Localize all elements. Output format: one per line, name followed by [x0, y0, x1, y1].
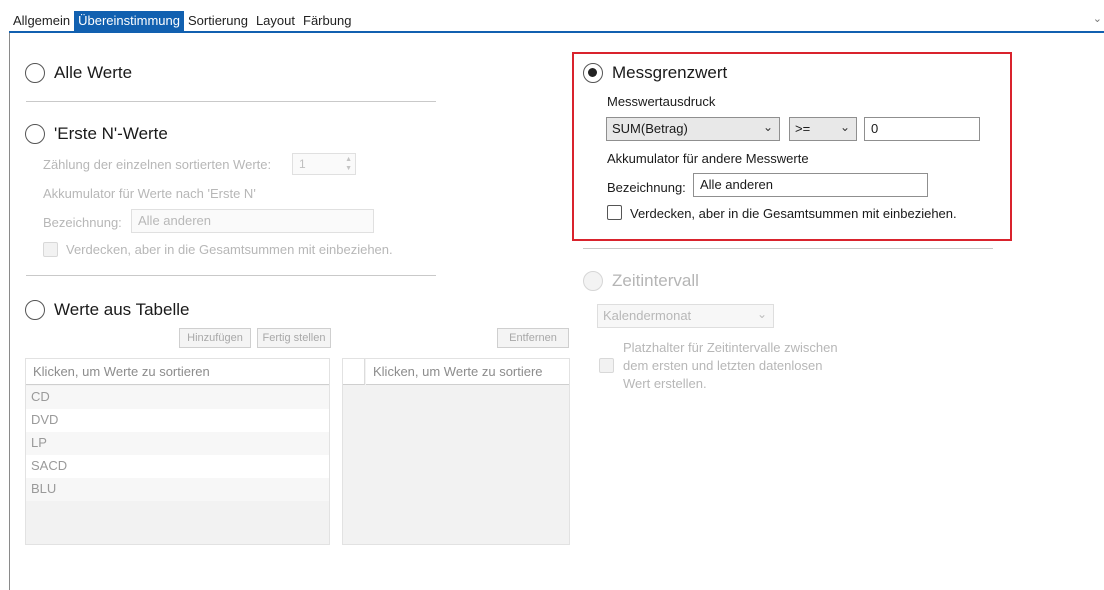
first-n-count-value: 1: [299, 157, 306, 171]
expression-value: SUM(Betrag): [612, 121, 688, 136]
first-n-name-input[interactable]: Alle anderen: [131, 209, 374, 233]
first-n-radio[interactable]: [25, 124, 45, 144]
interval-select[interactable]: Kalendermonat ⌄: [597, 304, 774, 328]
first-n-hide-label: Verdecken, aber in die Gesamtsummen mit …: [66, 242, 393, 257]
first-n-hide-checkbox[interactable]: [43, 242, 58, 257]
interval-value: Kalendermonat: [603, 308, 692, 323]
all-values-radio[interactable]: [25, 63, 45, 83]
tab-faerbung[interactable]: Färbung: [299, 11, 355, 31]
list-item[interactable]: LP: [26, 432, 329, 455]
measure-hide-label: Verdecken, aber in die Gesamtsummen mit …: [630, 206, 957, 221]
tab-sortierung[interactable]: Sortierung: [184, 11, 252, 31]
placeholder-label-line1: Platzhalter für Zeitintervalle zwischen: [623, 340, 838, 355]
operator-value: >=: [795, 121, 811, 136]
tab-bar: Allgemein Übereinstimmung Sortierung Lay…: [0, 0, 1104, 33]
expression-label: Messwertausdruck: [607, 94, 716, 109]
tab-strip: Allgemein Übereinstimmung Sortierung Lay…: [9, 11, 355, 31]
tab-uebereinstimmung[interactable]: Übereinstimmung: [74, 11, 184, 31]
measure-hide-checkbox[interactable]: [607, 205, 622, 220]
right-list-corner: [343, 359, 365, 385]
measure-name-label: Bezeichnung:: [607, 180, 686, 195]
chevron-down-icon: ⌄: [756, 307, 767, 321]
operator-select[interactable]: >= ⌄: [789, 117, 857, 141]
placeholder-label-line2: dem ersten und letzten datenlosen: [623, 358, 823, 373]
first-n-name-label: Bezeichnung:: [43, 215, 122, 230]
measure-limit-label: Messgrenzwert: [612, 63, 728, 82]
measure-name-input[interactable]: Alle anderen: [693, 173, 928, 197]
tab-allgemein[interactable]: Allgemein: [9, 11, 74, 31]
time-interval-label: Zeitintervall: [612, 271, 699, 290]
right-values-list[interactable]: Klicken, um Werte zu sortiere: [342, 358, 570, 545]
list-item[interactable]: CD: [26, 386, 329, 409]
threshold-input[interactable]: 0: [864, 117, 980, 141]
measure-limit-radio[interactable]: [583, 63, 603, 83]
first-n-count-stepper[interactable]: 1 ▲ ▼: [292, 153, 356, 175]
tab-underline: [9, 31, 1104, 33]
chevron-down-icon: ⌄: [762, 120, 773, 134]
tab-layout[interactable]: Layout: [252, 11, 299, 31]
add-button[interactable]: Hinzufügen: [179, 328, 251, 348]
divider: [583, 248, 993, 249]
expression-select[interactable]: SUM(Betrag) ⌄: [606, 117, 780, 141]
chevron-down-icon: ⌄: [839, 120, 850, 134]
stepper-arrows-icon[interactable]: ▲ ▼: [345, 155, 352, 173]
first-n-count-label: Zählung der einzelnen sortierten Werte:: [43, 157, 272, 172]
right-list-header[interactable]: Klicken, um Werte zu sortiere: [366, 359, 569, 385]
left-values-list[interactable]: Klicken, um Werte zu sortieren CD DVD LP…: [25, 358, 330, 545]
first-n-accumulator-label: Akkumulator für Werte nach 'Erste N': [43, 186, 256, 201]
from-table-radio[interactable]: [25, 300, 45, 320]
panel-border: [9, 33, 10, 590]
list-item[interactable]: DVD: [26, 409, 329, 432]
placeholder-label-line3: Wert erstellen.: [623, 376, 707, 391]
all-values-label: Alle Werte: [54, 63, 133, 82]
first-n-label: 'Erste N'-Werte: [54, 124, 168, 143]
finish-button[interactable]: Fertig stellen: [257, 328, 331, 348]
divider: [26, 101, 436, 102]
from-table-label: Werte aus Tabelle: [54, 300, 190, 319]
placeholder-checkbox[interactable]: [599, 358, 614, 373]
chevron-down-icon[interactable]: ⌄: [1093, 12, 1102, 25]
time-interval-radio[interactable]: [583, 271, 603, 291]
left-list-header[interactable]: Klicken, um Werte zu sortieren: [26, 359, 329, 385]
list-item[interactable]: SACD: [26, 455, 329, 478]
divider: [26, 275, 436, 276]
measure-accumulator-label: Akkumulator für andere Messwerte: [607, 151, 809, 166]
remove-button[interactable]: Entfernen: [497, 328, 569, 348]
list-item[interactable]: BLU: [26, 478, 329, 501]
